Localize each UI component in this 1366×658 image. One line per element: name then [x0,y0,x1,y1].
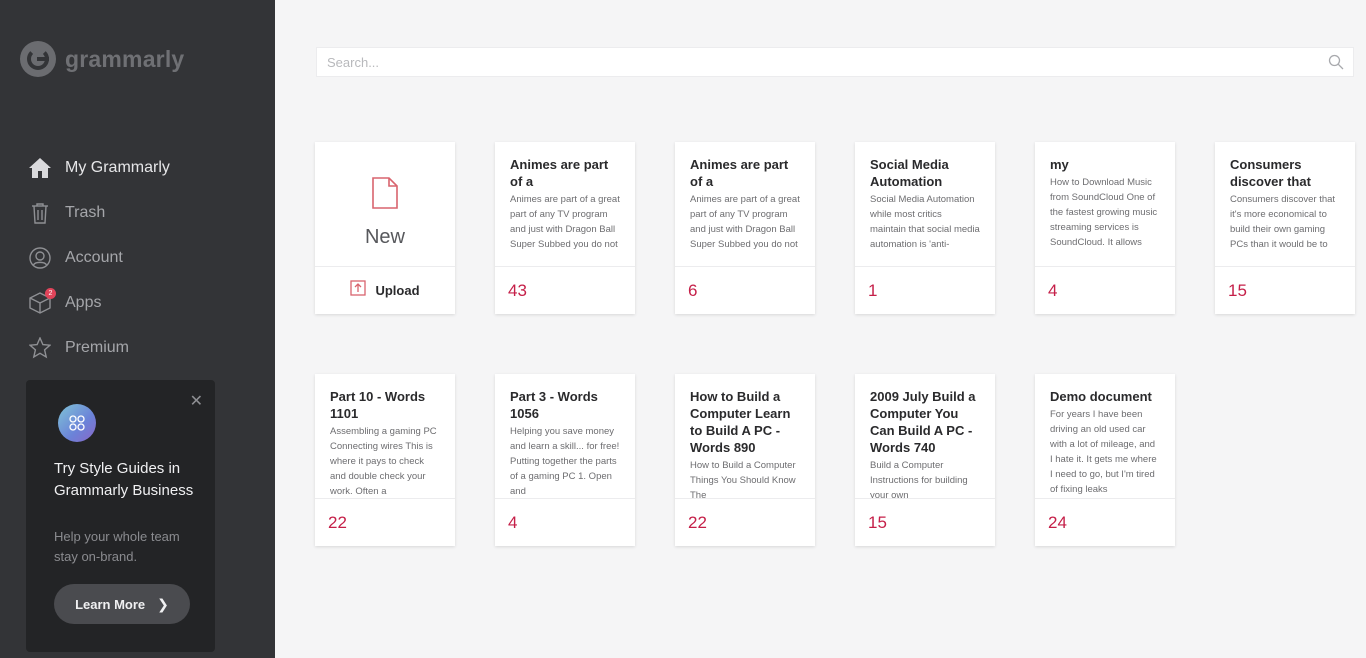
style-guides-promo: ✕ Try Style Guides in Grammarly Business… [26,380,215,652]
document-excerpt: Helping you save money and learn a skill… [510,426,620,497]
account-icon [28,246,52,270]
apps-badge: 2 [45,287,56,299]
document-excerpt: Assembling a gaming PC Connecting wires … [330,426,437,497]
document-issue-count: 6 [688,280,698,300]
document-title: Animes are part of a [690,157,789,189]
upload-label: Upload [375,283,420,298]
document-excerpt: Animes are part of a great part of any T… [690,194,800,250]
document-card[interactable]: 2009 July Build a Computer You Can Build… [855,374,995,546]
document-excerpt: Social Media Automation while most criti… [870,194,980,250]
star-icon [28,336,52,360]
document-card[interactable]: How to Build a Computer Learn to Build A… [675,374,815,546]
document-issue-count: 43 [508,280,527,300]
document-card[interactable]: Part 10 - Words 1101 Assembling a gaming … [315,374,455,546]
document-title: Part 10 - Words 1101 [330,389,426,421]
search-input[interactable] [317,48,1353,76]
grammarly-logo-icon [20,41,56,77]
new-document-card[interactable]: New Upload [315,142,455,314]
home-icon [28,156,52,180]
document-card[interactable]: Social Media Automation Social Media Auto… [855,142,995,314]
document-issue-count: 4 [508,512,518,532]
document-excerpt: Build a Computer Instructions for buildi… [870,460,968,499]
apps-icon: 2 [28,287,56,315]
new-document-button[interactable]: New [315,142,455,267]
trash-icon [28,201,52,225]
document-issue-count: 22 [328,512,347,532]
document-excerpt: Consumers discover that it's more econom… [1230,194,1336,250]
document-excerpt: How to Download Music from SoundCloud On… [1050,177,1158,248]
search-icon[interactable] [1328,54,1344,75]
document-title: Social Media Automation [870,157,949,189]
sidebar: grammarly My Grammarly Trash Account 2 A… [0,0,275,658]
promo-subtitle: Help your whole team stay on-brand. [54,529,180,564]
document-issue-count: 15 [1228,280,1247,300]
document-issue-count: 22 [688,512,707,532]
document-title: How to Build a Computer Learn to Build A… [690,389,791,455]
learn-more-button[interactable]: Learn More ❯ [54,584,190,624]
learn-more-label: Learn More [75,596,146,612]
document-issue-count: 1 [868,280,878,300]
document-card[interactable]: my How to Download Music from SoundCloud … [1035,142,1175,314]
new-label: New [364,226,405,248]
document-card[interactable]: Consumers discover that Consumers discove… [1215,142,1355,314]
document-title: 2009 July Build a Computer You Can Build… [870,389,976,455]
sidebar-item-account[interactable]: Account [28,235,170,280]
business-logo-icon [58,404,96,442]
document-card[interactable]: Part 3 - Words 1056 Helping you save mon… [495,374,635,546]
search-bar [316,47,1354,77]
chevron-right-icon: ❯ [157,595,169,612]
sidebar-nav: My Grammarly Trash Account 2 Apps Premiu… [28,145,170,370]
sidebar-item-premium[interactable]: Premium [28,325,170,370]
document-issue-count: 15 [868,512,887,532]
upload-icon [350,280,367,301]
sidebar-item-apps[interactable]: 2 Apps [28,280,170,325]
sidebar-item-trash[interactable]: Trash [28,190,170,235]
upload-button[interactable]: Upload [315,267,455,314]
new-document-icon [371,177,399,214]
document-issue-count: 4 [1048,280,1058,300]
document-title: my [1050,157,1069,172]
document-card[interactable]: Animes are part of a Animes are part of a… [675,142,815,314]
sidebar-item-my-grammarly[interactable]: My Grammarly [28,145,170,190]
document-title: Consumers discover that [1230,157,1311,189]
document-excerpt: For years I have been driving an old use… [1050,409,1157,495]
document-card[interactable]: Animes are part of a Animes are part of a… [495,142,635,314]
document-issue-count: 24 [1048,512,1067,532]
document-card[interactable]: Demo document For years I have been drivi… [1035,374,1175,546]
document-title: Demo document [1050,389,1152,404]
document-excerpt: Animes are part of a great part of any T… [510,194,620,250]
promo-title: Try Style Guides in Grammarly Business [54,460,194,499]
document-title: Animes are part of a [510,157,609,189]
close-icon[interactable]: ✕ [190,394,203,410]
document-excerpt: How to Build a Computer Things You Shoul… [690,460,796,499]
grammarly-logo[interactable]: grammarly [20,41,184,77]
document-title: Part 3 - Words 1056 [510,389,598,421]
brand-name: grammarly [65,45,185,72]
